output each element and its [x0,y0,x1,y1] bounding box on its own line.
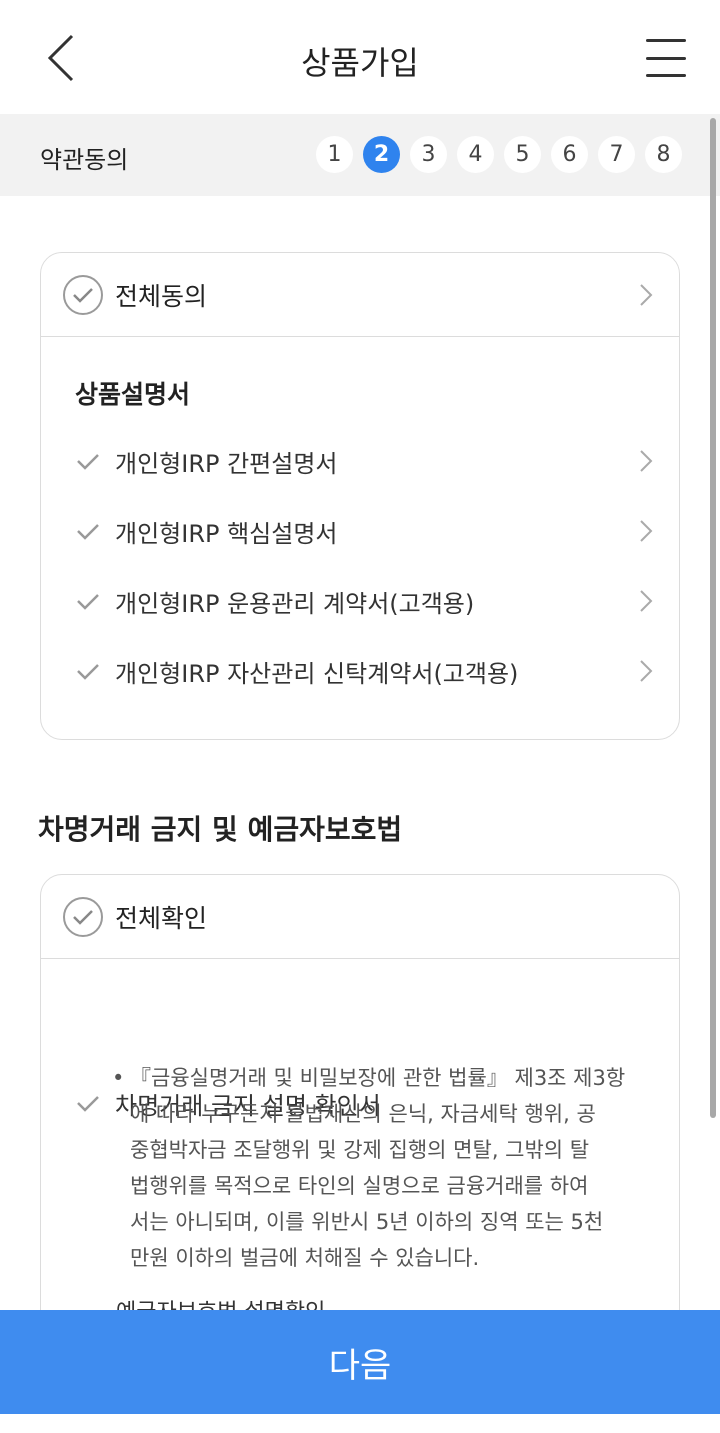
bottom-bar [0,1414,720,1433]
scrollbar[interactable] [710,118,716,1118]
agree-all-label: 전체동의 [115,281,208,311]
step-7: 7 [598,136,635,173]
check-icon [75,591,103,611]
agreement-list: 상품설명서 개인형IRP 간편설명서 개인형IRP 핵심설명서 개인형IRP 운… [41,337,679,739]
step-6: 6 [551,136,588,173]
chevron-right-icon [640,283,653,306]
agreement-item-label: 개인형IRP 간편설명서 [115,449,338,478]
page-title: 상품가입 [301,44,419,82]
check-icon [75,661,103,681]
chevron-right-icon [640,520,653,542]
description-line: 『금융실명거래 및 비밀보장에 관한 법률』 제3조 제3항 [130,1066,626,1090]
app-header: 상품가입 [0,0,720,114]
agree-all-row[interactable]: 전체동의 [41,253,679,337]
description-line: 만원 이하의 벌금에 처해질 수 있습니다. [130,1246,480,1270]
description-line: 중협박자금 조달행위 및 강제 집행의 면탈, 그밖의 탈 [130,1138,590,1162]
bullet-dot: • [112,1066,125,1090]
step-5: 5 [504,136,541,173]
step-2-active: 2 [363,136,400,173]
confirm-all-label: 전체확인 [115,903,208,933]
step-3: 3 [410,136,447,173]
agreement-item-label: 개인형IRP 운용관리 계약서(고객용) [115,589,475,618]
chevron-right-icon [640,660,653,682]
step-indicator: 1 2 3 4 5 6 7 8 [316,136,682,173]
confirm-all-row[interactable]: 전체확인 [41,875,679,959]
agreement-item-label: 개인형IRP 자산관리 신탁계약서(고객용) [115,659,519,688]
step-1: 1 [316,136,353,173]
next-button[interactable]: 다음 [0,1310,720,1414]
check-icon [75,521,103,541]
chevron-right-icon [640,450,653,472]
agreement-item-3[interactable]: 개인형IRP 운용관리 계약서(고객용) [75,581,679,621]
step-8: 8 [645,136,682,173]
chevron-right-icon [640,590,653,612]
agreement-item-1[interactable]: 개인형IRP 간편설명서 [75,441,679,481]
check-icon [75,1093,103,1113]
step-bar: 약관동의 1 2 3 4 5 6 7 8 [0,114,720,196]
description-line: 법행위를 목적으로 타인의 실명으로 금융거래를 하여 [130,1174,589,1198]
check-icon [75,451,103,471]
circle-check-icon [63,896,103,937]
description-line: 에 따라 누구든지 불법재산의 은닉, 자금세탁 행위, 공 [130,1102,596,1126]
agreement-item-4[interactable]: 개인형IRP 자산관리 신탁계약서(고객용) [75,651,679,691]
step-label: 약관동의 [40,146,129,174]
confirm-section-title: 차명거래 금지 및 예금자보호법 [38,813,403,846]
agreement-card: 전체동의 상품설명서 개인형IRP 간편설명서 개인형IRP 핵심설명서 개인형… [40,252,680,740]
hamburger-menu-icon[interactable] [642,36,690,80]
agreement-item-2[interactable]: 개인형IRP 핵심설명서 [75,511,679,551]
description-text: • 『금융실명거래 및 비밀보장에 관한 법률』 제3조 제3항 에 따라 누구… [112,1060,650,1276]
section-title: 상품설명서 [75,380,191,409]
step-4: 4 [457,136,494,173]
description-line: 서는 아니되며, 이를 위반시 5년 이하의 징역 또는 5천 [130,1210,604,1234]
circle-check-icon [63,274,103,315]
page: 상품가입 약관동의 1 2 3 4 5 6 7 8 전체동의 상품설명서 개인형… [0,0,720,1433]
agreement-item-label: 개인형IRP 핵심설명서 [115,519,338,548]
